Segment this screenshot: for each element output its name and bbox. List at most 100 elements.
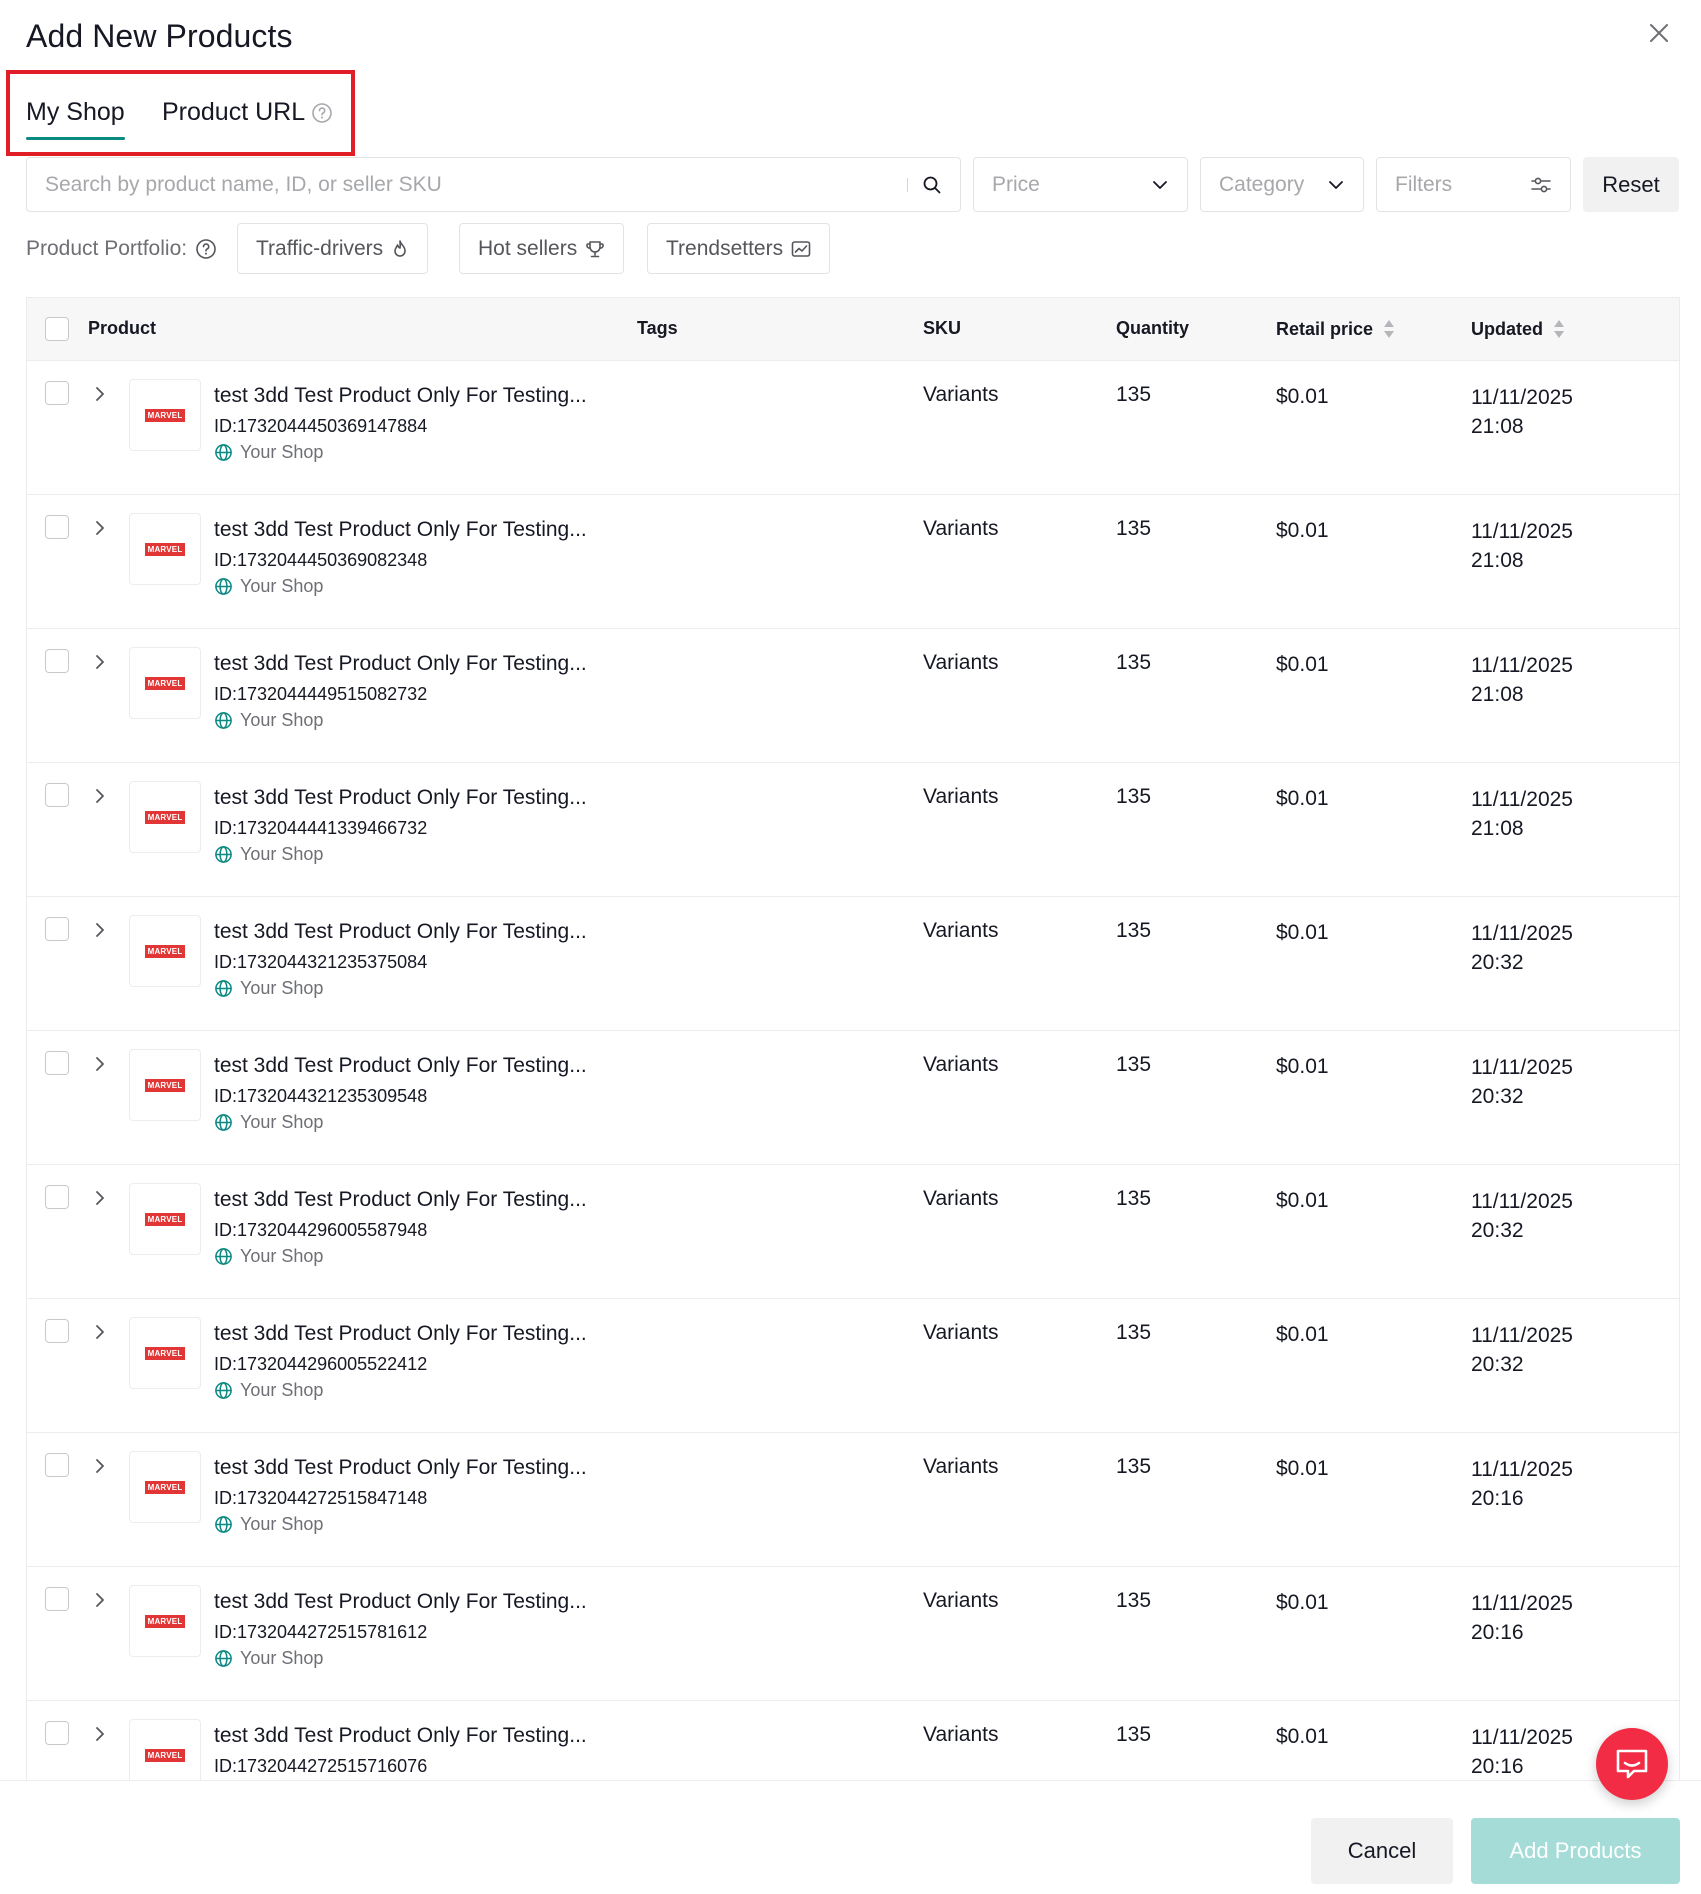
product-updated-date: 11/11/2025 xyxy=(1471,1458,1573,1481)
globe-icon xyxy=(215,1650,232,1667)
tab-product-url[interactable]: Product URL xyxy=(162,98,333,127)
row-checkbox[interactable] xyxy=(45,1185,69,1209)
row-checkbox[interactable] xyxy=(45,515,69,539)
row-checkbox[interactable] xyxy=(45,783,69,807)
tab-my-shop-label: My Shop xyxy=(26,98,125,126)
product-quantity: 135 xyxy=(1116,517,1152,540)
expand-row-button[interactable] xyxy=(89,1187,111,1209)
product-price: $0.01 xyxy=(1276,1055,1329,1078)
row-checkbox[interactable] xyxy=(45,381,69,405)
search-input[interactable] xyxy=(45,172,907,197)
product-sku: Variants xyxy=(923,1455,999,1478)
cancel-button[interactable]: Cancel xyxy=(1311,1818,1453,1884)
expand-row-button[interactable] xyxy=(89,785,111,807)
product-shop: Your Shop xyxy=(214,1380,323,1401)
product-name[interactable]: test 3dd Test Product Only For Testing..… xyxy=(214,518,587,542)
select-all-checkbox[interactable] xyxy=(45,317,69,341)
product-shop: Your Shop xyxy=(214,1648,323,1669)
product-thumbnail-logo: MARVEL xyxy=(144,944,186,958)
expand-row-button[interactable] xyxy=(89,1321,111,1343)
row-checkbox[interactable] xyxy=(45,1587,69,1611)
globe-icon xyxy=(215,712,232,729)
expand-row-button[interactable] xyxy=(89,1589,111,1611)
chevron-right-icon xyxy=(96,387,104,401)
expand-row-button[interactable] xyxy=(89,517,111,539)
product-shop-label: Your Shop xyxy=(240,710,324,730)
product-updated: 11/11/2025 20:32 xyxy=(1471,1321,1573,1379)
product-quantity: 135 xyxy=(1116,1455,1152,1478)
row-checkbox[interactable] xyxy=(45,917,69,941)
reset-button[interactable]: Reset xyxy=(1583,157,1679,212)
product-shop-label: Your Shop xyxy=(240,1246,324,1266)
row-checkbox[interactable] xyxy=(45,649,69,673)
product-shop-label: Your Shop xyxy=(240,1648,324,1668)
product-shop-label: Your Shop xyxy=(240,576,324,596)
product-thumbnail: MARVEL xyxy=(129,1719,201,1781)
chip-hot-sellers[interactable]: Hot sellers xyxy=(459,223,625,274)
product-updated-date: 11/11/2025 xyxy=(1471,386,1573,409)
search-box xyxy=(26,157,961,212)
chevron-down-icon xyxy=(1153,180,1167,189)
chip-trendsetters-label: Trendsetters xyxy=(666,236,784,260)
product-quantity: 135 xyxy=(1116,1589,1152,1612)
product-name[interactable]: test 3dd Test Product Only For Testing..… xyxy=(214,384,587,408)
product-name[interactable]: test 3dd Test Product Only For Testing..… xyxy=(214,1322,587,1346)
expand-row-button[interactable] xyxy=(89,651,111,673)
product-thumbnail-logo: MARVEL xyxy=(144,810,186,824)
filters-button[interactable]: Filters xyxy=(1376,157,1571,212)
chat-icon xyxy=(1616,1749,1648,1779)
expand-row-button[interactable] xyxy=(89,1723,111,1745)
expand-row-button[interactable] xyxy=(89,383,111,405)
search-icon[interactable] xyxy=(922,175,942,195)
trend-chart-icon xyxy=(791,240,811,257)
row-checkbox[interactable] xyxy=(45,1453,69,1477)
row-checkbox[interactable] xyxy=(45,1721,69,1745)
product-name[interactable]: test 3dd Test Product Only For Testing..… xyxy=(214,920,587,944)
row-checkbox[interactable] xyxy=(45,1319,69,1343)
add-products-button[interactable]: Add Products xyxy=(1471,1818,1680,1884)
globe-icon xyxy=(215,1248,232,1265)
header-updated[interactable]: Updated xyxy=(1471,318,1565,340)
row-checkbox[interactable] xyxy=(45,1051,69,1075)
chip-traffic-drivers[interactable]: Traffic-drivers xyxy=(237,223,429,274)
product-name[interactable]: test 3dd Test Product Only For Testing..… xyxy=(214,1054,587,1078)
product-thumbnail: MARVEL xyxy=(129,647,201,719)
product-updated-date: 11/11/2025 xyxy=(1471,1056,1573,1079)
product-shop-label: Your Shop xyxy=(240,978,324,998)
category-dropdown[interactable]: Category xyxy=(1200,157,1364,212)
product-updated-time: 20:32 xyxy=(1471,1219,1524,1242)
help-circle-icon[interactable] xyxy=(311,102,333,124)
product-updated-date: 11/11/2025 xyxy=(1471,922,1573,945)
product-name[interactable]: test 3dd Test Product Only For Testing..… xyxy=(214,1724,587,1748)
close-button[interactable] xyxy=(1642,16,1676,50)
product-quantity: 135 xyxy=(1116,1723,1152,1746)
tab-my-shop[interactable]: My Shop xyxy=(26,98,125,140)
header-retail-price[interactable]: Retail price xyxy=(1276,318,1395,340)
product-shop: Your Shop xyxy=(214,442,323,463)
expand-row-button[interactable] xyxy=(89,919,111,941)
header-retail-price-label: Retail price xyxy=(1276,318,1374,339)
product-id: ID:1732044296005522412 xyxy=(214,1354,428,1374)
product-name[interactable]: test 3dd Test Product Only For Testing..… xyxy=(214,1456,587,1480)
product-price: $0.01 xyxy=(1276,1323,1329,1346)
category-dropdown-label: Category xyxy=(1219,172,1305,196)
product-updated-time: 21:08 xyxy=(1471,549,1524,572)
product-thumbnail: MARVEL xyxy=(129,513,201,585)
product-name[interactable]: test 3dd Test Product Only For Testing..… xyxy=(214,1590,587,1614)
product-name[interactable]: test 3dd Test Product Only For Testing..… xyxy=(214,652,587,676)
product-thumbnail-logo: MARVEL xyxy=(144,1480,186,1494)
expand-row-button[interactable] xyxy=(89,1455,111,1477)
globe-icon xyxy=(215,846,232,863)
product-name[interactable]: test 3dd Test Product Only For Testing..… xyxy=(214,786,587,810)
product-quantity: 135 xyxy=(1116,919,1152,942)
expand-row-button[interactable] xyxy=(89,1053,111,1075)
table-row: MARVEL test 3dd Test Product Only For Tes… xyxy=(27,896,1679,1030)
table-row: MARVEL test 3dd Test Product Only For Tes… xyxy=(27,1432,1679,1566)
price-dropdown[interactable]: Price xyxy=(973,157,1188,212)
sort-icon[interactable] xyxy=(1553,318,1565,340)
sort-icon[interactable] xyxy=(1383,318,1395,340)
product-name[interactable]: test 3dd Test Product Only For Testing..… xyxy=(214,1188,587,1212)
chip-trendsetters[interactable]: Trendsetters xyxy=(647,223,831,274)
chat-button[interactable] xyxy=(1596,1728,1668,1800)
help-circle-icon[interactable] xyxy=(195,238,217,260)
